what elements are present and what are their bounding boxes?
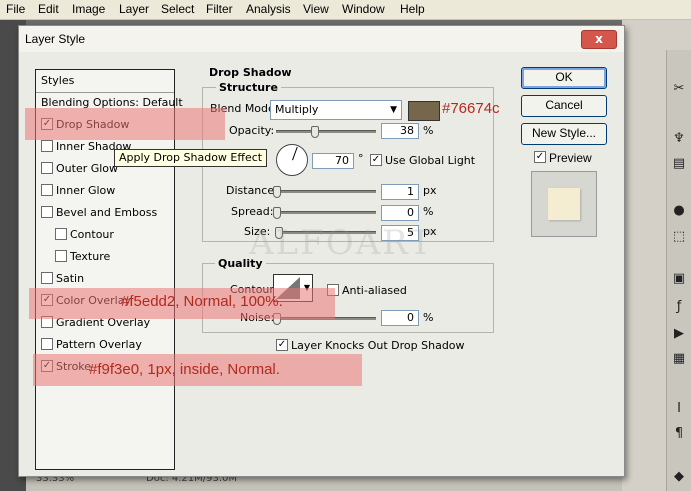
distance-input[interactable]: 1 — [381, 184, 419, 200]
distance-unit: px — [423, 184, 437, 197]
fx-icon[interactable]: ƒ — [669, 298, 689, 316]
style-checkbox[interactable] — [41, 162, 53, 174]
shadow-color-swatch[interactable] — [408, 101, 440, 121]
style-checkbox[interactable] — [41, 140, 53, 152]
brush-icon[interactable]: ♆ — [669, 130, 689, 148]
document-icon[interactable]: ▤ — [669, 155, 689, 173]
style-item-label: Contour — [70, 228, 114, 241]
distance-slider[interactable] — [276, 190, 376, 193]
panel-icon-strip: ✂ ♆ ▤ ● ⬚ ▣ ƒ ▶ ▦ I ¶ ◆ — [666, 50, 691, 491]
style-checkbox[interactable] — [55, 228, 67, 240]
opacity-slider-thumb[interactable] — [311, 126, 319, 138]
noise-input[interactable]: 0 — [381, 310, 419, 326]
preview-box — [531, 171, 597, 237]
layer-style-dialog: Layer Style x Styles Blending Options: D… — [18, 25, 625, 477]
menu-image[interactable]: Image — [72, 2, 105, 16]
distance-label: Distance: — [226, 184, 278, 197]
style-item-label: Inner Glow — [56, 184, 116, 197]
noise-unit: % — [423, 311, 434, 324]
style-checkbox[interactable] — [41, 272, 53, 284]
tooltip: Apply Drop Shadow Effect — [114, 149, 268, 167]
ok-button[interactable]: OK — [521, 67, 607, 89]
style-item-satin[interactable]: Satin — [36, 269, 174, 289]
stack-icon[interactable]: ◆ — [669, 468, 689, 486]
right-panels: ✂ ♆ ▤ ● ⬚ ▣ ƒ ▶ ▦ I ¶ ◆ — [622, 20, 691, 491]
style-item-contour[interactable]: Contour — [36, 225, 174, 245]
angle-input[interactable]: 70 — [312, 153, 354, 169]
opacity-unit: % — [423, 124, 434, 137]
angle-hand — [292, 146, 298, 161]
annotation-drop-shadow: #76674c — [442, 100, 500, 117]
tools-icon[interactable]: ✂ — [669, 80, 689, 98]
menu-layer[interactable]: Layer — [119, 2, 149, 16]
menu-bar: File Edit Image Layer Select Filter Anal… — [0, 0, 691, 20]
menu-analysis[interactable]: Analysis — [246, 2, 291, 16]
style-item-inner-glow[interactable]: Inner Glow — [36, 181, 174, 201]
close-button[interactable]: x — [581, 30, 617, 49]
play-icon[interactable]: ▶ — [669, 325, 689, 343]
sphere-icon[interactable]: ● — [669, 202, 689, 220]
annotation-stroke: #f9f3e0, 1px, inside, Normal. — [89, 361, 280, 378]
paragraph-icon[interactable]: ¶ — [669, 425, 689, 443]
style-item-label: Satin — [56, 272, 85, 285]
channels-icon[interactable]: ▦ — [669, 350, 689, 368]
dialog-titlebar[interactable]: Layer Style x — [19, 26, 624, 52]
menu-window[interactable]: Window — [342, 2, 385, 16]
menu-filter[interactable]: Filter — [206, 2, 233, 16]
spread-slider-thumb[interactable] — [273, 207, 281, 219]
style-item-texture[interactable]: Texture — [36, 247, 174, 267]
spread-input[interactable]: 0 — [381, 205, 419, 221]
style-item-label: Pattern Overlay — [56, 338, 142, 351]
watermark: ALFOART — [249, 223, 434, 263]
style-item-pattern-overlay[interactable]: Pattern Overlay — [36, 335, 174, 355]
angle-unit: ° — [358, 152, 364, 165]
chevron-down-icon: ▼ — [390, 105, 397, 115]
layer-knocks-out-checkbox[interactable] — [276, 339, 288, 351]
style-checkbox[interactable] — [41, 338, 53, 350]
opacity-input[interactable]: 38 — [381, 123, 419, 139]
drop-shadow-title: Drop Shadow — [209, 66, 292, 79]
annotation-color-overlay: #f5edd2, Normal, 100%. — [121, 293, 283, 310]
angle-dial[interactable] — [276, 144, 308, 176]
style-checkbox[interactable] — [41, 184, 53, 196]
layer-knocks-out-label: Layer Knocks Out Drop Shadow — [291, 339, 465, 352]
distance-slider-thumb[interactable] — [273, 186, 281, 198]
dialog-title: Layer Style — [25, 32, 86, 46]
menu-edit[interactable]: Edit — [38, 2, 59, 16]
style-item-bevel-and-emboss[interactable]: Bevel and Emboss — [36, 203, 174, 223]
cancel-button[interactable]: Cancel — [521, 95, 607, 117]
spread-label: Spread: — [231, 205, 274, 218]
style-checkbox[interactable] — [41, 206, 53, 218]
opacity-label: Opacity: — [229, 124, 275, 137]
spread-unit: % — [423, 205, 434, 218]
styles-header[interactable]: Styles — [36, 70, 174, 93]
transform-icon[interactable]: ⬚ — [669, 228, 689, 246]
menu-select[interactable]: Select — [161, 2, 194, 16]
menu-file[interactable]: File — [6, 2, 25, 16]
preview-swatch — [548, 188, 580, 220]
opacity-slider[interactable] — [276, 130, 376, 133]
style-item-label: Texture — [70, 250, 111, 263]
preview-label: Preview — [549, 151, 592, 165]
menu-help[interactable]: Help — [400, 2, 425, 16]
new-style-button[interactable]: New Style... — [521, 123, 607, 145]
structure-title: Structure — [216, 81, 281, 94]
preview-checkbox[interactable] — [534, 151, 546, 163]
close-icon: x — [595, 32, 603, 46]
spread-slider[interactable] — [276, 211, 376, 214]
blend-mode-select[interactable]: Multiply ▼ — [270, 100, 402, 120]
layers-icon[interactable]: ▣ — [669, 270, 689, 288]
highlight-drop-shadow — [25, 108, 225, 140]
style-item-label: Bevel and Emboss — [56, 206, 158, 219]
quality-title: Quality — [215, 257, 266, 270]
cursor-icon[interactable]: I — [669, 400, 689, 418]
menu-view[interactable]: View — [303, 2, 329, 16]
use-global-light-checkbox[interactable] — [370, 154, 382, 166]
use-global-light-label: Use Global Light — [385, 154, 476, 167]
anti-aliased-label: Anti-aliased — [342, 284, 407, 297]
style-item-label: Outer Glow — [56, 162, 119, 175]
style-checkbox[interactable] — [55, 250, 67, 262]
